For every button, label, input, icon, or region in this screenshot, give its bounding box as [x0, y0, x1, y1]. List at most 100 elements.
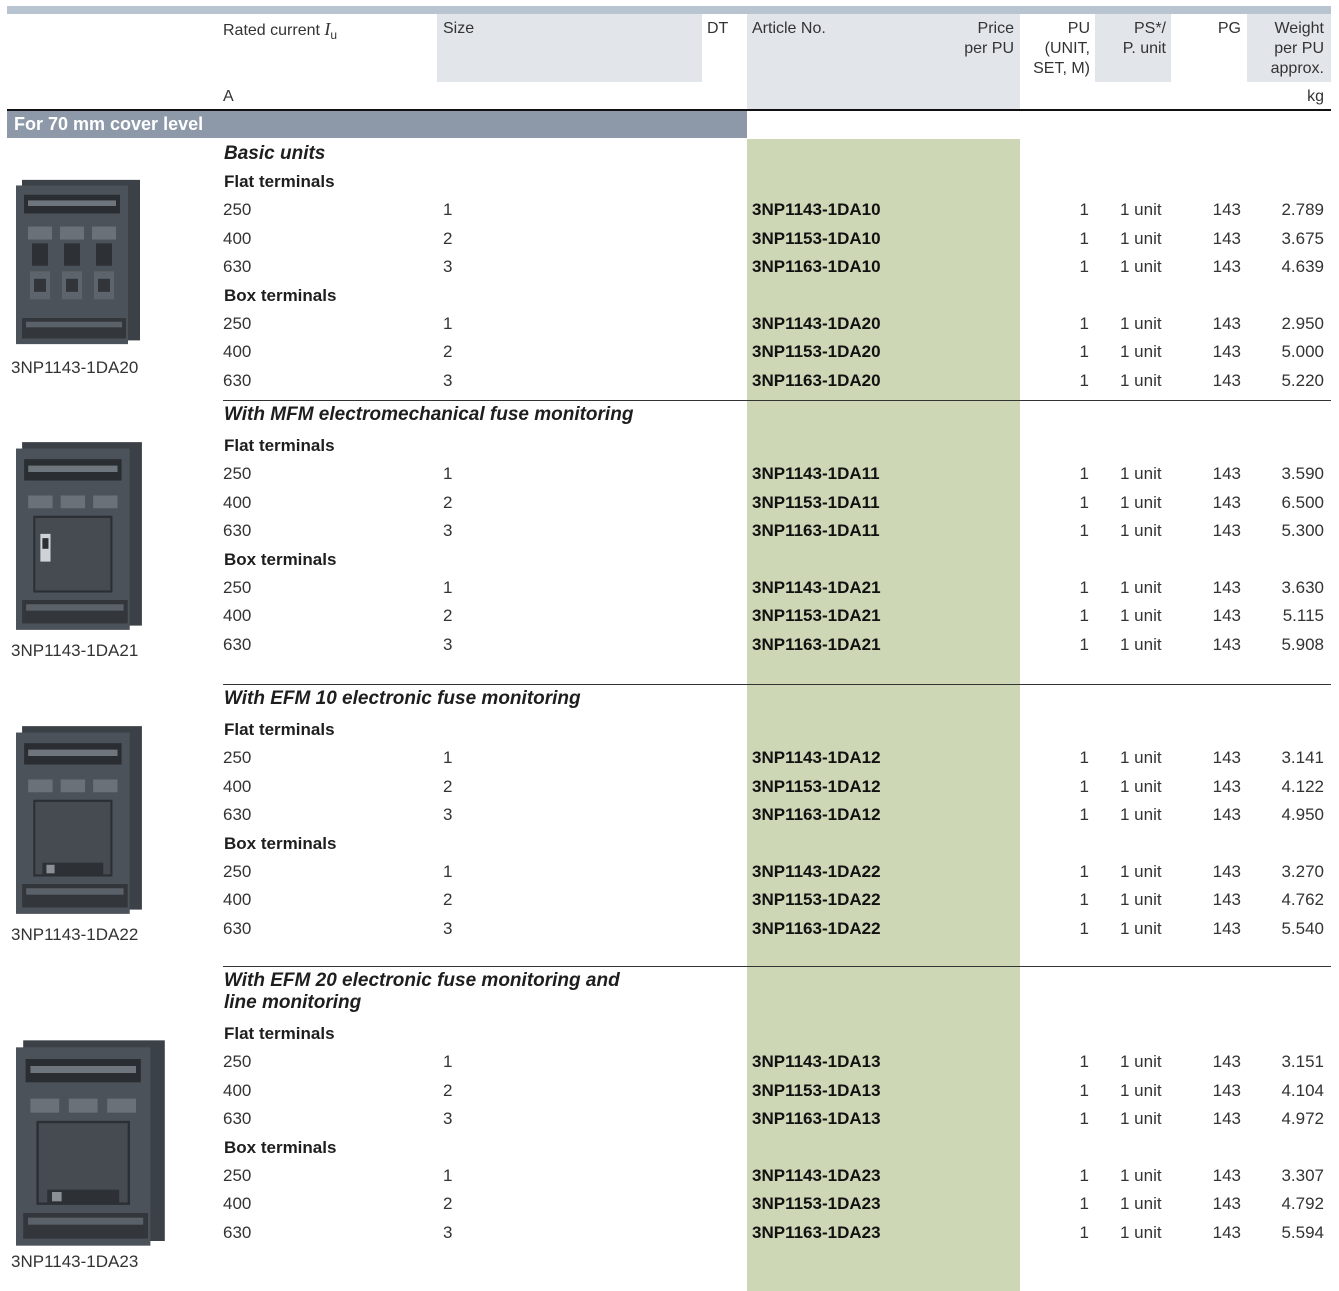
pu-cell: 1: [1079, 805, 1089, 825]
size-cell: 3: [443, 918, 453, 938]
size-cell: 2: [443, 890, 453, 910]
pu-cell: 1: [1079, 1052, 1089, 1072]
weight-cell: 3.675: [1281, 228, 1324, 248]
article-number-cell: 3NP1163-1DA21: [752, 634, 881, 654]
weight-cell: 4.972: [1281, 1109, 1324, 1129]
product-group: With MFM electromechanical fuse monitori…: [0, 400, 1339, 680]
table-row: 630 3 3NP1163-1DA20 1 1 unit 143 5.220: [0, 370, 1339, 392]
pg-cell: 143: [1212, 1109, 1241, 1129]
article-number-cell: 3NP1143-1DA20: [752, 314, 881, 333]
rated-current-cell: 400: [223, 890, 252, 910]
pg-cell: 143: [1212, 370, 1241, 390]
weight-cell: 5.594: [1281, 1222, 1324, 1242]
rated-current-cell: 250: [223, 200, 252, 220]
pu-cell: 1: [1079, 634, 1089, 654]
pu-cell: 1: [1079, 578, 1089, 597]
pg-cell: 143: [1212, 521, 1241, 541]
rated-current-cell: 400: [223, 342, 252, 362]
table-row: 400 2 3NP1153-1DA23 1 1 unit 143 4.792: [0, 1193, 1339, 1215]
group-title-line: Basic units: [224, 143, 326, 164]
table-row: 400 2 3NP1153-1DA12 1 1 unit 143 4.122: [0, 776, 1339, 798]
group-title: Basic units: [224, 143, 325, 165]
ps-cell: 1 unit: [1120, 464, 1162, 484]
product-group: Basic units 3NP1143-1DA20 Flat terminals…: [0, 140, 1339, 420]
group-title-line: With EFM 10 electronic fuse monitoring: [224, 688, 581, 709]
group-title-line: line monitoring: [224, 992, 362, 1013]
ps-cell: 1 unit: [1120, 805, 1162, 825]
product-group: With EFM 20 electronic fuse monitoring a…: [0, 966, 1339, 1271]
pu-cell: 1: [1079, 200, 1089, 220]
ps-cell: 1 unit: [1120, 521, 1162, 541]
table-row: 250 1 3NP1143-1DA23 1 1 unit 143 3.307: [0, 1165, 1339, 1187]
ps-cell: 1 unit: [1120, 634, 1162, 654]
rated-current-cell: 400: [223, 228, 252, 248]
size-cell: 2: [443, 1080, 453, 1100]
weight-cell: 5.000: [1281, 342, 1324, 362]
unit-amperes: A: [223, 88, 234, 105]
article-number-cell: 3NP1153-1DA10: [752, 228, 881, 248]
ps-cell: 1 unit: [1120, 776, 1162, 796]
ps-cell: 1 unit: [1120, 492, 1162, 512]
article-number-cell: 3NP1143-1DA10: [752, 200, 881, 220]
weight-cell: 2.789: [1281, 200, 1324, 220]
terminal-type-label: Flat terminals: [224, 1024, 335, 1043]
ps-cell: 1 unit: [1120, 257, 1162, 277]
pg-cell: 143: [1212, 1052, 1241, 1072]
rated-current-cell: 630: [223, 805, 252, 825]
pu-cell: 1: [1079, 862, 1089, 881]
article-number-cell: 3NP1143-1DA11: [752, 464, 880, 484]
header-rated-current: Rated current Iu: [223, 19, 338, 43]
pu-cell: 1: [1079, 776, 1089, 796]
size-cell: 3: [443, 634, 453, 654]
group-separator: [223, 966, 1331, 967]
size-cell: 2: [443, 776, 453, 796]
size-cell: 1: [443, 464, 453, 484]
table-row: 400 2 3NP1153-1DA10 1 1 unit 143 3.675: [0, 228, 1339, 250]
header-ps: PS*/P. unit: [1122, 20, 1166, 57]
size-cell: 3: [443, 1109, 453, 1129]
table-row: 400 2 3NP1153-1DA20 1 1 unit 143 5.000: [0, 341, 1339, 363]
table-row: 250 1 3NP1143-1DA21 1 1 unit 143 3.630: [0, 577, 1339, 599]
table-row: 250 1 3NP1143-1DA22 1 1 unit 143 3.270: [0, 861, 1339, 883]
pg-cell: 143: [1212, 578, 1241, 597]
rated-current-cell: 250: [223, 1052, 252, 1072]
weight-cell: 4.762: [1281, 890, 1324, 910]
weight-cell: 3.270: [1281, 862, 1324, 881]
size-cell: 2: [443, 1194, 453, 1214]
pu-cell: 1: [1079, 1080, 1089, 1100]
table-row: 630 3 3NP1163-1DA21 1 1 unit 143 5.908: [0, 634, 1339, 656]
size-cell: 3: [443, 1222, 453, 1242]
rated-current-cell: 250: [223, 578, 252, 597]
article-number-cell: 3NP1163-1DA20: [752, 370, 881, 390]
pu-cell: 1: [1079, 1222, 1089, 1242]
rated-current-cell: 630: [223, 1109, 252, 1129]
header-weight: Weight per PU approx.: [1270, 20, 1324, 77]
group-title: With MFM electromechanical fuse monitori…: [224, 404, 633, 426]
ps-cell: 1 unit: [1120, 228, 1162, 248]
pg-cell: 143: [1212, 862, 1241, 881]
rated-current-cell: 630: [223, 370, 252, 390]
pu-cell: 1: [1079, 464, 1089, 484]
pu-cell: 1: [1079, 370, 1089, 390]
weight-cell: 5.300: [1281, 521, 1324, 541]
table-row: 400 2 3NP1153-1DA11 1 1 unit 143 6.500: [0, 492, 1339, 514]
header-pg: PG: [1217, 20, 1241, 37]
pu-cell: 1: [1079, 606, 1089, 626]
rated-current-cell: 630: [223, 634, 252, 654]
article-number-cell: 3NP1153-1DA12: [752, 776, 881, 796]
rated-current-cell: 630: [223, 1222, 252, 1242]
terminal-type-label: Box terminals: [224, 285, 337, 305]
pg-cell: 143: [1212, 342, 1241, 362]
pg-cell: 143: [1212, 492, 1241, 512]
pg-cell: 143: [1212, 228, 1241, 248]
article-number-cell: 3NP1143-1DA23: [752, 1166, 881, 1185]
ps-cell: 1 unit: [1120, 1166, 1162, 1185]
terminal-type-label: Flat terminals: [224, 720, 335, 739]
group-separator: [223, 400, 1331, 401]
table-row: 630 3 3NP1163-1DA10 1 1 unit 143 4.639: [0, 256, 1339, 278]
size-cell: 2: [443, 606, 453, 626]
article-number-cell: 3NP1153-1DA21: [752, 606, 881, 626]
weight-cell: 6.500: [1281, 492, 1324, 512]
article-number-cell: 3NP1153-1DA11: [752, 492, 880, 512]
rated-current-cell: 400: [223, 1080, 252, 1100]
